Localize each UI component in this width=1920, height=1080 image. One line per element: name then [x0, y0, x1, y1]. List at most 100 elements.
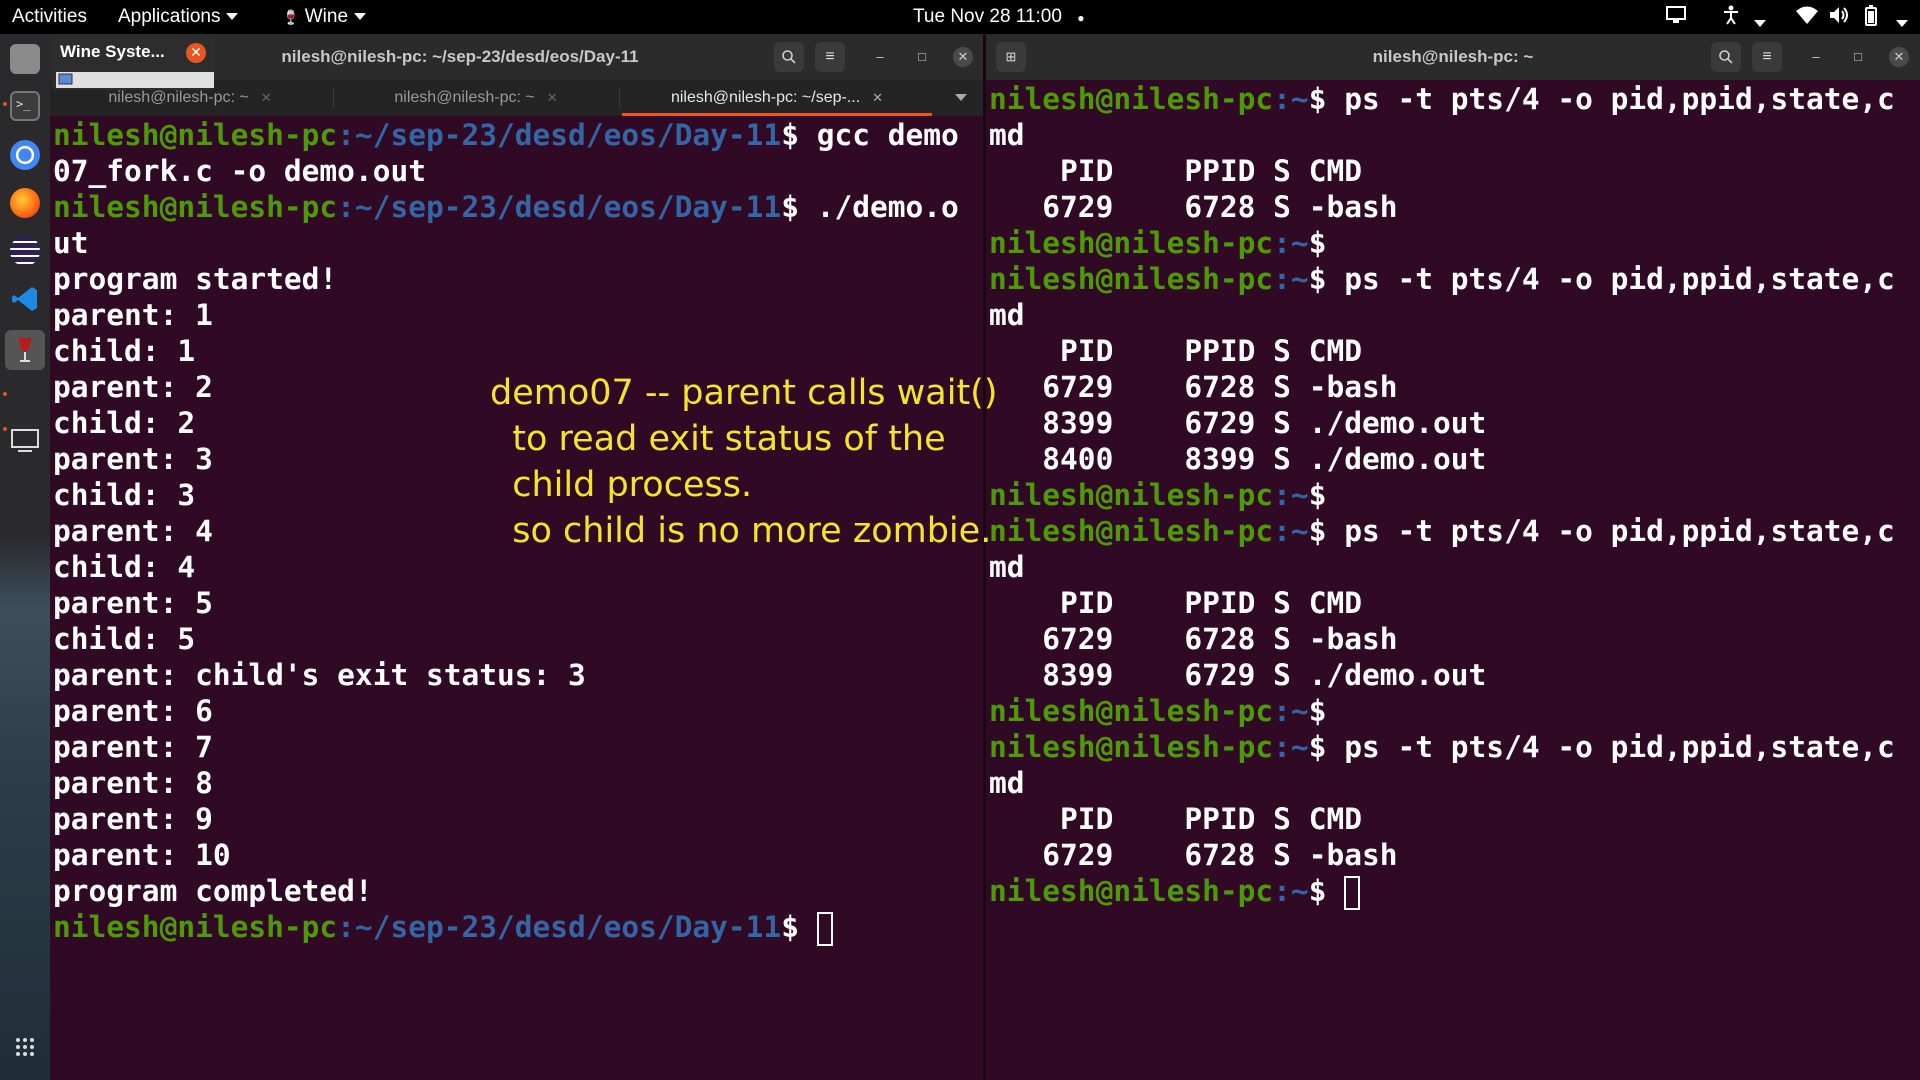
tab-2[interactable]: nilesh@nilesh-pc: ~ ✕ [336, 80, 616, 116]
wine-label: Wine [304, 6, 349, 27]
chevron-down-icon [354, 13, 367, 21]
wine-notification[interactable]: Wine Syste... ✕ [52, 38, 214, 90]
text-cursor[interactable] [1344, 875, 1361, 910]
battery-icon[interactable] [1862, 5, 1880, 33]
tabs-dropdown-button[interactable] [946, 80, 976, 116]
output-line: 6729 6728 S -bash [989, 369, 1895, 405]
wine-icon[interactable] [5, 330, 45, 370]
eclipse-icon[interactable] [10, 236, 40, 266]
close-tab-icon[interactable]: ✕ [872, 90, 883, 105]
output-line: 6729 6728 S -bash [989, 621, 1895, 657]
minimize-button[interactable]: – [1806, 47, 1826, 67]
wine-menu[interactable]: 🍷 Wine [282, 6, 367, 28]
text-cursor[interactable] [816, 911, 833, 946]
running-indicator [3, 427, 7, 431]
prompt-line: nilesh@nilesh-pc:~$ ps -t pts/4 -o pid,p… [989, 81, 1895, 117]
close-button[interactable]: ✕ [953, 47, 973, 67]
wine-notification-title: Wine Syste... [60, 42, 165, 61]
menu-button[interactable]: ≡ [815, 42, 845, 72]
minimize-button[interactable]: – [870, 47, 890, 67]
wine-notification-bar [56, 72, 214, 88]
top-bar: Activities Applications 🍷 Wine Tue Nov 2… [0, 0, 1920, 34]
output-text: 8400 8399 S ./demo.out [989, 442, 1487, 476]
output-text: child: 4 [53, 550, 196, 584]
search-icon [782, 50, 796, 64]
right-terminal-window[interactable]: ⊞ nilesh@nilesh-pc: ~ ≡ – □ ✕ nilesh@nil… [986, 34, 1920, 1080]
close-tab-icon[interactable]: ✕ [261, 90, 272, 105]
chevron-down-icon[interactable] [1890, 13, 1908, 35]
output-line: ut [53, 225, 959, 261]
close-icon[interactable]: ✕ [186, 43, 206, 63]
output-text: 6729 6728 S -bash [989, 838, 1398, 872]
prompt-path: :~ [1273, 730, 1309, 764]
right-terminal-headerbar[interactable]: ⊞ nilesh@nilesh-pc: ~ ≡ – □ ✕ [986, 34, 1920, 80]
output-text: PID PPID S CMD [989, 802, 1362, 836]
chevron-down-icon[interactable] [1748, 13, 1766, 35]
left-terminal-window[interactable]: nilesh@nilesh-pc: ~/sep-23/desd/eos/Day-… [50, 34, 983, 1080]
output-text: 6729 6728 S -bash [989, 370, 1398, 404]
output-line: parent: child's exit status: 3 [53, 657, 959, 693]
command-text: $ [1308, 226, 1327, 260]
firefox-icon[interactable] [10, 188, 40, 218]
output-text: parent: 10 [53, 838, 231, 872]
output-line: PID PPID S CMD [989, 801, 1895, 837]
prompt-user: nilesh@nilesh-pc [989, 514, 1274, 548]
command-text: $ [1308, 694, 1327, 728]
screen-share-icon[interactable] [1665, 4, 1687, 32]
prompt-user: nilesh@nilesh-pc [53, 190, 338, 224]
output-line: PID PPID S CMD [989, 585, 1895, 621]
output-line: 6729 6728 S -bash [989, 189, 1895, 225]
output-line: parent: 7 [53, 729, 959, 765]
prompt-user: nilesh@nilesh-pc [989, 262, 1274, 296]
prompt-user: nilesh@nilesh-pc [989, 874, 1274, 908]
output-line: child: 4 [53, 549, 959, 585]
prompt-user: nilesh@nilesh-pc [989, 730, 1274, 764]
output-line: parent: 8 [53, 765, 959, 801]
accessibility-icon[interactable] [1720, 4, 1742, 32]
terminal-icon[interactable]: >_ [10, 91, 40, 121]
maximize-button[interactable]: □ [912, 47, 932, 67]
menu-button[interactable]: ≡ [1752, 42, 1782, 72]
window-icon [58, 73, 73, 85]
hamburger-icon: ≡ [825, 48, 835, 65]
prompt-line: nilesh@nilesh-pc:~/sep-23/desd/eos/Day-1… [53, 909, 959, 946]
prompt-line: nilesh@nilesh-pc:~$ ps -t pts/4 -o pid,p… [989, 729, 1895, 765]
output-text: ut [53, 226, 89, 260]
close-button[interactable]: ✕ [1889, 47, 1909, 67]
volume-icon[interactable] [1828, 5, 1852, 31]
command-text: $ [1308, 478, 1327, 512]
clock[interactable]: Tue Nov 28 11:00 ● [913, 6, 1084, 28]
output-text: parent: 7 [53, 730, 213, 764]
apps-grid-icon[interactable] [10, 1032, 40, 1062]
prompt-user: nilesh@nilesh-pc [989, 82, 1274, 116]
applications-menu[interactable]: Applications [118, 6, 239, 28]
tab-3[interactable]: nilesh@nilesh-pc: ~/sep-... ✕ [622, 80, 932, 116]
activities-button[interactable]: Activities [12, 6, 87, 28]
prompt-user: nilesh@nilesh-pc [989, 226, 1274, 260]
close-tab-icon[interactable]: ✕ [547, 90, 558, 105]
chrome-icon[interactable] [10, 140, 40, 170]
search-button[interactable] [1711, 42, 1741, 72]
prompt-path: :~ [1273, 514, 1309, 548]
output-line: 8399 6729 S ./demo.out [989, 405, 1895, 441]
command-text: $ [781, 910, 817, 944]
screen-icon[interactable] [10, 426, 40, 456]
vscode-icon[interactable] [10, 284, 40, 314]
terminal-output[interactable]: nilesh@nilesh-pc:~$ ps -t pts/4 -o pid,p… [989, 81, 1895, 910]
output-line: PID PPID S CMD [989, 153, 1895, 189]
search-button[interactable] [774, 42, 804, 72]
wine-glass-icon: 🍷 [282, 9, 300, 25]
output-text: parent: 2 [53, 370, 213, 404]
annotation-text: demo07 -- parent calls wait() to read ex… [490, 373, 998, 551]
output-line: program completed! [53, 873, 959, 909]
maximize-button[interactable]: □ [1848, 47, 1868, 67]
output-line: program started! [53, 261, 959, 297]
running-indicator [3, 392, 7, 396]
files-icon[interactable] [10, 44, 40, 74]
command-text: $ gcc demo [781, 118, 959, 152]
output-line: 07_fork.c -o demo.out [53, 153, 959, 189]
output-text: PID PPID S CMD [989, 154, 1362, 188]
wifi-icon[interactable] [1795, 5, 1819, 31]
prompt-line: nilesh@nilesh-pc:~$ ps -t pts/4 -o pid,p… [989, 261, 1895, 297]
output-text: child: 5 [53, 622, 196, 656]
